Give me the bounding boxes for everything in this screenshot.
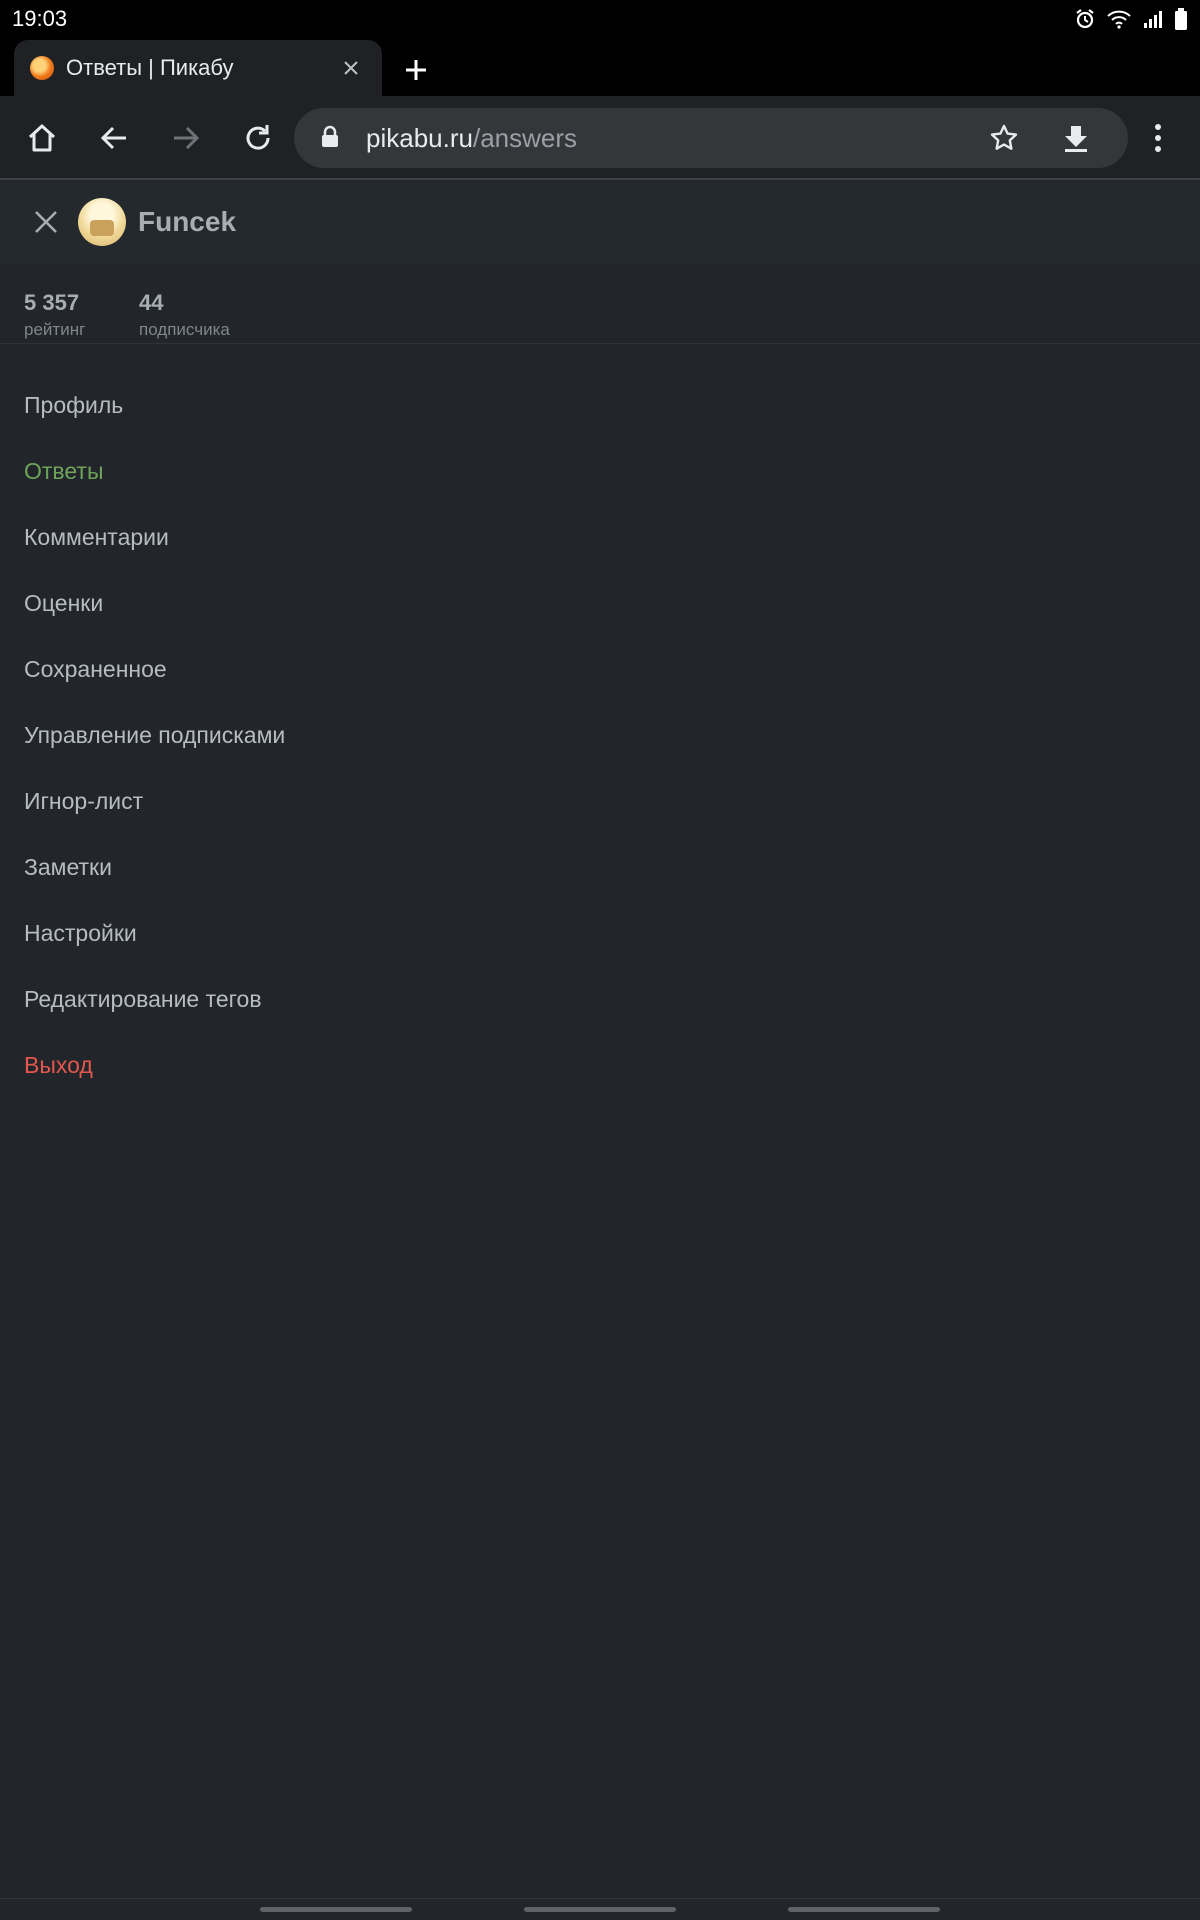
bookmark-star-icon[interactable] [984,118,1024,158]
subscribers-value: 44 [139,290,164,315]
status-time: 19:03 [12,6,68,31]
plus-icon [406,60,426,80]
menu-item-logout[interactable]: Выход [24,1052,93,1079]
menu-item-profile[interactable]: Профиль [24,392,123,419]
menu-item-ignore-list[interactable]: Игнор-лист [24,788,143,815]
browser-tab[interactable]: Ответы | Пикабу [14,40,382,96]
username[interactable]: Funcek [138,206,236,238]
battery-icon [1174,7,1188,31]
home-icon [28,124,56,152]
browser-toolbar: pikabu.ru/answers [0,96,1200,180]
reload-icon [246,125,270,150]
system-nav-bar [0,1898,1200,1920]
rating-value: 5 357 [24,290,80,315]
menu-item-comments[interactable]: Комментарии [24,524,169,551]
tab-strip: Ответы | Пикабу [0,38,1200,96]
menu-item-tag-editing[interactable]: Редактирование тегов [24,986,262,1013]
page-content: Funcek 5 357 рейтинг 44 подписчика Профи… [0,182,1200,1898]
rating-stat: 5 357 рейтинг [24,290,85,340]
tab-title: Ответы | Пикабу [66,55,234,80]
url-text[interactable]: pikabu.ru/answers [366,123,577,154]
alarm-icon [1074,8,1096,30]
close-menu-button[interactable] [26,202,66,242]
download-icon[interactable] [1056,118,1096,158]
back-button[interactable] [90,114,138,162]
menu-item-ratings[interactable]: Оценки [24,590,103,617]
pikabu-favicon-icon [30,56,54,80]
forward-button[interactable] [162,114,210,162]
home-button[interactable] [18,114,66,162]
user-header: Funcek [0,182,1200,264]
menu-item-answers[interactable]: Ответы [24,458,103,485]
avatar[interactable] [78,198,126,246]
status-icons [1074,7,1188,31]
reload-button[interactable] [234,114,282,162]
status-bar: 19:03 [0,0,1200,38]
subscribers-label: подписчика [139,320,230,339]
new-tab-button[interactable] [396,50,436,90]
url-path: /answers [472,123,578,153]
more-vert-icon [1155,124,1161,152]
url-host: pikabu.ru [366,123,473,153]
browser-menu-button[interactable] [1138,114,1178,162]
wifi-icon [1106,8,1132,30]
nav-recent-apps[interactable] [260,1907,412,1912]
menu-item-subscriptions[interactable]: Управление подписками [24,722,285,749]
forward-arrow-icon [174,126,200,150]
menu-item-settings[interactable]: Настройки [24,920,137,947]
address-bar[interactable]: pikabu.ru/answers [294,108,1128,168]
signal-icon [1142,8,1164,30]
close-icon [35,211,57,233]
rating-label: рейтинг [24,320,86,339]
lock-icon[interactable] [320,125,340,154]
menu-item-notes[interactable]: Заметки [24,854,112,881]
nav-home[interactable] [524,1907,676,1912]
nav-back[interactable] [788,1907,940,1912]
back-arrow-icon [100,126,126,150]
tab-close-icon[interactable] [336,53,366,84]
menu-item-saved[interactable]: Сохраненное [24,656,167,683]
subscribers-stat[interactable]: 44 подписчика [139,290,230,340]
